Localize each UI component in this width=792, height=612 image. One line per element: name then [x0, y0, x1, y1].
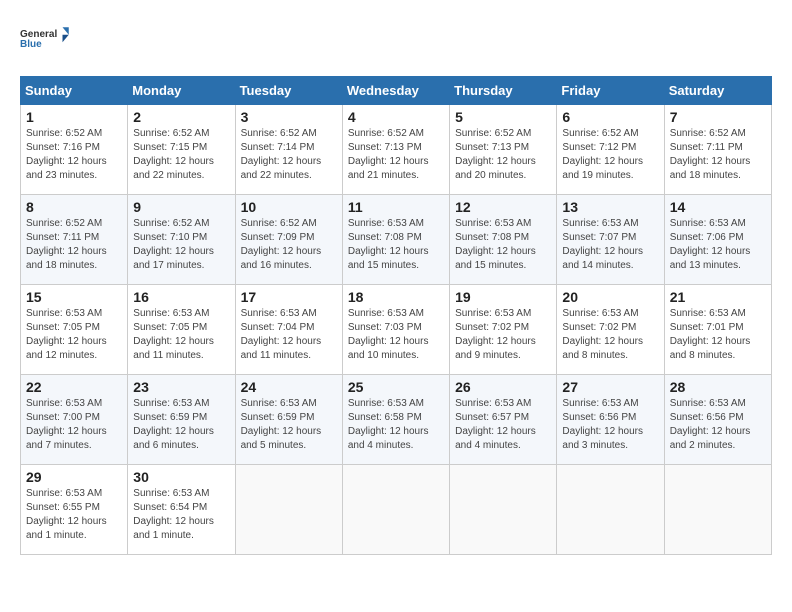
calendar-day-25: 25Sunrise: 6:53 AM Sunset: 6:58 PM Dayli…	[342, 375, 449, 465]
calendar-day-empty-4-6	[664, 465, 771, 555]
calendar-day-6: 6Sunrise: 6:52 AM Sunset: 7:12 PM Daylig…	[557, 105, 664, 195]
calendar-day-10: 10Sunrise: 6:52 AM Sunset: 7:09 PM Dayli…	[235, 195, 342, 285]
calendar-day-20: 20Sunrise: 6:53 AM Sunset: 7:02 PM Dayli…	[557, 285, 664, 375]
calendar-day-empty-4-4	[450, 465, 557, 555]
calendar-day-26: 26Sunrise: 6:53 AM Sunset: 6:57 PM Dayli…	[450, 375, 557, 465]
calendar-day-13: 13Sunrise: 6:53 AM Sunset: 7:07 PM Dayli…	[557, 195, 664, 285]
page-header: General Blue	[20, 20, 772, 60]
calendar-day-empty-4-5	[557, 465, 664, 555]
svg-text:Blue: Blue	[20, 39, 42, 50]
calendar-day-15: 15Sunrise: 6:53 AM Sunset: 7:05 PM Dayli…	[21, 285, 128, 375]
calendar-week-4: 22Sunrise: 6:53 AM Sunset: 7:00 PM Dayli…	[21, 375, 772, 465]
header-tuesday: Tuesday	[235, 77, 342, 105]
logo-svg: General Blue	[20, 20, 70, 60]
calendar-day-27: 27Sunrise: 6:53 AM Sunset: 6:56 PM Dayli…	[557, 375, 664, 465]
header-saturday: Saturday	[664, 77, 771, 105]
calendar-day-14: 14Sunrise: 6:53 AM Sunset: 7:06 PM Dayli…	[664, 195, 771, 285]
header-friday: Friday	[557, 77, 664, 105]
calendar-table: SundayMondayTuesdayWednesdayThursdayFrid…	[20, 76, 772, 555]
calendar-day-8: 8Sunrise: 6:52 AM Sunset: 7:11 PM Daylig…	[21, 195, 128, 285]
header-thursday: Thursday	[450, 77, 557, 105]
calendar-day-22: 22Sunrise: 6:53 AM Sunset: 7:00 PM Dayli…	[21, 375, 128, 465]
calendar-day-30: 30Sunrise: 6:53 AM Sunset: 6:54 PM Dayli…	[128, 465, 235, 555]
calendar-day-1: 1Sunrise: 6:52 AM Sunset: 7:16 PM Daylig…	[21, 105, 128, 195]
header-sunday: Sunday	[21, 77, 128, 105]
calendar-day-23: 23Sunrise: 6:53 AM Sunset: 6:59 PM Dayli…	[128, 375, 235, 465]
calendar-day-17: 17Sunrise: 6:53 AM Sunset: 7:04 PM Dayli…	[235, 285, 342, 375]
logo: General Blue	[20, 20, 70, 60]
calendar-day-2: 2Sunrise: 6:52 AM Sunset: 7:15 PM Daylig…	[128, 105, 235, 195]
calendar-day-16: 16Sunrise: 6:53 AM Sunset: 7:05 PM Dayli…	[128, 285, 235, 375]
header-wednesday: Wednesday	[342, 77, 449, 105]
header-monday: Monday	[128, 77, 235, 105]
calendar-week-2: 8Sunrise: 6:52 AM Sunset: 7:11 PM Daylig…	[21, 195, 772, 285]
calendar-day-empty-4-3	[342, 465, 449, 555]
calendar-day-19: 19Sunrise: 6:53 AM Sunset: 7:02 PM Dayli…	[450, 285, 557, 375]
calendar-week-3: 15Sunrise: 6:53 AM Sunset: 7:05 PM Dayli…	[21, 285, 772, 375]
calendar-day-7: 7Sunrise: 6:52 AM Sunset: 7:11 PM Daylig…	[664, 105, 771, 195]
calendar-day-empty-4-2	[235, 465, 342, 555]
calendar-week-5: 29Sunrise: 6:53 AM Sunset: 6:55 PM Dayli…	[21, 465, 772, 555]
calendar-day-24: 24Sunrise: 6:53 AM Sunset: 6:59 PM Dayli…	[235, 375, 342, 465]
svg-text:General: General	[20, 29, 57, 40]
calendar-day-12: 12Sunrise: 6:53 AM Sunset: 7:08 PM Dayli…	[450, 195, 557, 285]
calendar-day-9: 9Sunrise: 6:52 AM Sunset: 7:10 PM Daylig…	[128, 195, 235, 285]
calendar-day-29: 29Sunrise: 6:53 AM Sunset: 6:55 PM Dayli…	[21, 465, 128, 555]
calendar-day-3: 3Sunrise: 6:52 AM Sunset: 7:14 PM Daylig…	[235, 105, 342, 195]
calendar-day-4: 4Sunrise: 6:52 AM Sunset: 7:13 PM Daylig…	[342, 105, 449, 195]
calendar-day-18: 18Sunrise: 6:53 AM Sunset: 7:03 PM Dayli…	[342, 285, 449, 375]
calendar-header-row: SundayMondayTuesdayWednesdayThursdayFrid…	[21, 77, 772, 105]
calendar-day-5: 5Sunrise: 6:52 AM Sunset: 7:13 PM Daylig…	[450, 105, 557, 195]
calendar-day-11: 11Sunrise: 6:53 AM Sunset: 7:08 PM Dayli…	[342, 195, 449, 285]
calendar-week-1: 1Sunrise: 6:52 AM Sunset: 7:16 PM Daylig…	[21, 105, 772, 195]
calendar-day-28: 28Sunrise: 6:53 AM Sunset: 6:56 PM Dayli…	[664, 375, 771, 465]
calendar-day-21: 21Sunrise: 6:53 AM Sunset: 7:01 PM Dayli…	[664, 285, 771, 375]
